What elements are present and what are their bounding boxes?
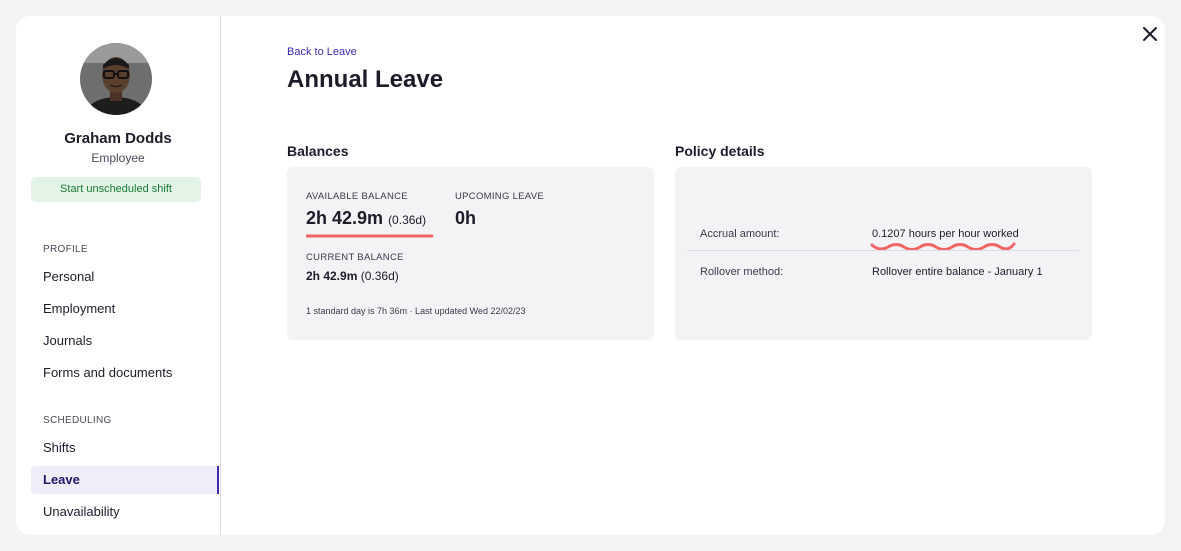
sidebar-item-journals[interactable]: Journals bbox=[31, 327, 219, 355]
sidebar-item-leave[interactable]: Leave bbox=[31, 466, 219, 494]
balances-title: Balances bbox=[287, 143, 349, 159]
employee-role: Employee bbox=[91, 151, 145, 165]
sidebar-item-personal[interactable]: Personal bbox=[31, 263, 219, 291]
back-to-leave-link[interactable]: Back to Leave bbox=[287, 46, 357, 58]
profile-section-label: PROFILE bbox=[43, 244, 88, 255]
balance-footnote: 1 standard day is 7h 36m · Last updated … bbox=[306, 306, 526, 316]
scheduling-section-label: SCHEDULING bbox=[43, 415, 112, 426]
current-balance-label: CURRENT BALANCE bbox=[306, 252, 404, 263]
sidebar-item-unavailability[interactable]: Unavailability bbox=[31, 498, 219, 526]
sidebar-item-forms-and-documents[interactable]: Forms and documents bbox=[31, 359, 219, 387]
start-unscheduled-shift-button[interactable]: Start unscheduled shift bbox=[31, 177, 201, 202]
available-balance-label: AVAILABLE BALANCE bbox=[306, 191, 408, 202]
policy-divider bbox=[687, 250, 1079, 251]
upcoming-leave-value: 0h bbox=[455, 208, 477, 228]
profile-sidebar: Graham Dodds Employee Start unscheduled … bbox=[16, 16, 221, 535]
underline-annotation bbox=[306, 234, 434, 238]
avatar bbox=[80, 43, 152, 115]
available-balance-value: 2h 42.9m (0.36d) bbox=[306, 208, 426, 229]
page-title: Annual Leave bbox=[287, 66, 444, 93]
rollover-method-value: Rollover entire balance - January 1 bbox=[872, 266, 1043, 278]
current-balance-value: 2h 42.9m (0.36d) bbox=[306, 269, 399, 283]
available-balance-days: (0.36d) bbox=[388, 213, 427, 227]
leave-modal: Graham Dodds Employee Start unscheduled … bbox=[16, 16, 1165, 535]
policy-details-title: Policy details bbox=[675, 143, 765, 159]
sidebar-item-employment[interactable]: Employment bbox=[31, 295, 219, 323]
balances-card: AVAILABLE BALANCE 2h 42.9m (0.36d) UPCOM… bbox=[287, 167, 654, 340]
current-balance-hours: 2h 42.9m bbox=[306, 269, 358, 283]
current-balance-days: (0.36d) bbox=[360, 269, 399, 283]
squiggle-annotation bbox=[870, 242, 1016, 251]
employee-name: Graham Dodds bbox=[64, 130, 172, 147]
policy-details-card: Accrual amount: 0.1207 hours per hour wo… bbox=[675, 167, 1092, 340]
accrual-amount-label: Accrual amount: bbox=[700, 228, 780, 240]
sidebar-item-shifts[interactable]: Shifts bbox=[31, 434, 219, 462]
available-balance-hours: 2h 42.9m bbox=[306, 208, 384, 228]
close-icon bbox=[1143, 27, 1157, 41]
close-button[interactable] bbox=[1140, 24, 1160, 44]
upcoming-leave-label: UPCOMING LEAVE bbox=[455, 191, 545, 202]
rollover-method-label: Rollover method: bbox=[700, 266, 784, 278]
accrual-amount-value: 0.1207 hours per hour worked bbox=[872, 228, 1019, 240]
